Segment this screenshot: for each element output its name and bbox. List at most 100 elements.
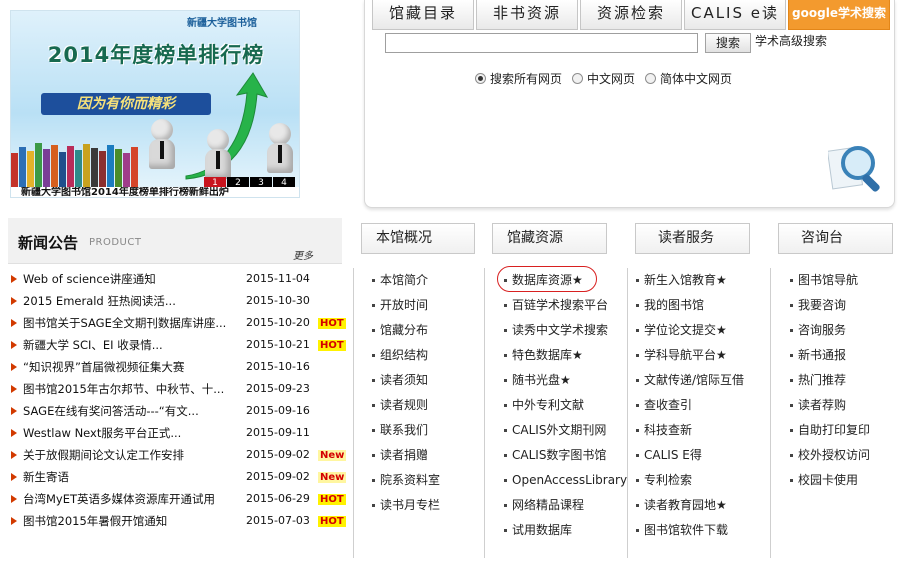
nav-link[interactable]: 我的图书馆: [636, 293, 744, 318]
nav-link[interactable]: 图书馆导航: [790, 268, 870, 293]
nav-link[interactable]: 特色数据库★: [504, 343, 627, 368]
nav-link[interactable]: 读秀中文学术搜索: [504, 318, 627, 343]
bullet-arrow-icon: [11, 275, 17, 283]
nav-link-label: 本馆简介: [380, 273, 429, 287]
nav-link[interactable]: 科技查新: [636, 418, 744, 443]
news-item[interactable]: 关于放假期间论文认定工作安排 2015-09-02 New: [8, 444, 348, 466]
news-badge: New: [318, 450, 347, 461]
nav-link[interactable]: 随书光盘★: [504, 368, 627, 393]
nav-link-label: 随书光盘★: [512, 373, 571, 387]
news-item[interactable]: SAGE在线有奖问答活动---“有文... 2015-09-16: [8, 400, 348, 422]
option-chinese-pages[interactable]: 中文网页: [572, 70, 635, 87]
news-item-title[interactable]: 图书馆关于SAGE全文期刊数据库讲座...: [23, 312, 243, 334]
nav-link[interactable]: 新生入馆教育★: [636, 268, 744, 293]
news-item-title[interactable]: Web of science讲座通知: [23, 268, 243, 290]
news-item-title[interactable]: “知识视界”首届微视频征集大赛: [23, 356, 243, 378]
news-more-link[interactable]: 更多: [293, 247, 313, 262]
nav-link[interactable]: 读者捐赠: [372, 443, 440, 468]
news-item[interactable]: 2015 Emerald 狂热阅读活... 2015-10-30: [8, 290, 348, 312]
category-consult[interactable]: 咨询台: [778, 223, 893, 254]
nav-link[interactable]: 中外专利文献: [504, 393, 627, 418]
category-collections[interactable]: 馆藏资源: [492, 223, 607, 254]
news-item[interactable]: Westlaw Next服务平台正式... 2015-09-11: [8, 422, 348, 444]
bullet-dot-icon: [790, 479, 793, 482]
nav-link-label: 热门推荐: [798, 373, 847, 387]
radio-icon[interactable]: [475, 73, 486, 84]
column-divider: [770, 268, 771, 558]
tab-calis-eread[interactable]: CALIS e读: [684, 0, 786, 30]
banner-caption[interactable]: 新疆大学图书馆2014年度榜单排行榜新鲜出炉: [11, 187, 299, 197]
promo-banner[interactable]: 新疆大学图书馆 2014年度榜单排行榜 因为有你而精彩 1 2 3 4 新疆大学…: [10, 10, 300, 198]
nav-link[interactable]: CALIS E得: [636, 443, 744, 468]
radio-icon[interactable]: [645, 73, 657, 84]
news-item[interactable]: Web of science讲座通知 2015-11-04: [8, 268, 348, 290]
news-item-title[interactable]: 关于放假期间论文认定工作安排: [23, 444, 243, 466]
nav-link[interactable]: 组织结构: [372, 343, 440, 368]
tab-catalog[interactable]: 馆藏目录: [372, 0, 474, 30]
nav-link[interactable]: 读者规则: [372, 393, 440, 418]
news-item-title[interactable]: SAGE在线有奖问答活动---“有文...: [23, 400, 243, 422]
nav-link[interactable]: 联系我们: [372, 418, 440, 443]
news-item-title[interactable]: 2015 Emerald 狂热阅读活...: [23, 290, 243, 312]
advanced-search-link[interactable]: 学术高级搜索: [755, 32, 827, 49]
bullet-dot-icon: [504, 304, 507, 307]
nav-link[interactable]: 读者教育园地★: [636, 493, 744, 518]
news-item[interactable]: 图书馆关于SAGE全文期刊数据库讲座... 2015-10-20 HOT: [8, 312, 348, 334]
nav-link[interactable]: 学科导航平台★: [636, 343, 744, 368]
tab-resource-search[interactable]: 资源检索: [580, 0, 682, 30]
nav-link[interactable]: 校外授权访问: [790, 443, 870, 468]
news-item[interactable]: 台湾MyET英语多媒体资源库开通试用 2015-06-29 HOT: [8, 488, 348, 510]
news-item[interactable]: 新疆大学 SCI、EI 收录情... 2015-10-21 HOT: [8, 334, 348, 356]
nav-link[interactable]: 本馆简介: [372, 268, 440, 293]
nav-link[interactable]: 馆藏分布: [372, 318, 440, 343]
nav-link[interactable]: 文献传递/馆际互借: [636, 368, 744, 393]
bullet-dot-icon: [372, 404, 375, 407]
news-item-title[interactable]: Westlaw Next服务平台正式...: [23, 422, 243, 444]
nav-link[interactable]: 网络精品课程: [504, 493, 627, 518]
news-item[interactable]: 图书馆2015年暑假开馆通知 2015-07-03 HOT: [8, 510, 348, 532]
nav-link[interactable]: 自助打印复印: [790, 418, 870, 443]
news-item-title[interactable]: 新生寄语: [23, 466, 243, 488]
tab-nonbook[interactable]: 非书资源: [476, 0, 578, 30]
nav-link[interactable]: 院系资料室: [372, 468, 440, 493]
news-item-title[interactable]: 图书馆2015年暑假开馆通知: [23, 510, 243, 532]
news-item[interactable]: “知识视界”首届微视频征集大赛 2015-10-16: [8, 356, 348, 378]
nav-link[interactable]: 校园卡使用: [790, 468, 870, 493]
option-all-pages[interactable]: 搜索所有网页: [475, 70, 562, 87]
bullet-dot-icon: [790, 379, 793, 382]
nav-link[interactable]: 开放时间: [372, 293, 440, 318]
nav-link[interactable]: 试用数据库: [504, 518, 627, 543]
bullet-dot-icon: [504, 429, 507, 432]
nav-link-label: 校园卡使用: [798, 473, 859, 487]
category-services[interactable]: 读者服务: [635, 223, 750, 254]
nav-link[interactable]: 新书通报: [790, 343, 870, 368]
nav-link[interactable]: 咨询服务: [790, 318, 870, 343]
nav-link[interactable]: 读者须知: [372, 368, 440, 393]
nav-link[interactable]: 读书月专栏: [372, 493, 440, 518]
nav-link[interactable]: 图书馆软件下载: [636, 518, 744, 543]
bullet-arrow-icon: [11, 495, 17, 503]
search-button[interactable]: 搜索: [705, 33, 751, 53]
news-item-title[interactable]: 台湾MyET英语多媒体资源库开通试用: [23, 488, 243, 510]
nav-link[interactable]: 查收查引: [636, 393, 744, 418]
nav-link[interactable]: 热门推荐: [790, 368, 870, 393]
nav-link[interactable]: 学位论文提交★: [636, 318, 744, 343]
news-item[interactable]: 图书馆2015年古尔邦节、中秋节、十... 2015-09-23: [8, 378, 348, 400]
radio-icon[interactable]: [572, 73, 584, 84]
news-item-title[interactable]: 图书馆2015年古尔邦节、中秋节、十...: [23, 378, 243, 400]
news-item-title[interactable]: 新疆大学 SCI、EI 收录情...: [23, 334, 243, 356]
nav-link[interactable]: 读者荐购: [790, 393, 870, 418]
nav-link[interactable]: 专利检索: [636, 468, 744, 493]
nav-link[interactable]: CALIS数字图书馆: [504, 443, 627, 468]
nav-link[interactable]: CALIS外文期刊网: [504, 418, 627, 443]
category-about[interactable]: 本馆概况: [361, 223, 475, 254]
nav-link[interactable]: OpenAccessLibrary: [504, 468, 627, 493]
nav-link[interactable]: 我要咨询: [790, 293, 870, 318]
option-simplified-pages[interactable]: 简体中文网页: [645, 70, 732, 87]
news-item[interactable]: 新生寄语 2015-09-02 New: [8, 466, 348, 488]
search-input[interactable]: [385, 33, 698, 53]
bullet-arrow-icon: [11, 451, 17, 459]
bullet-arrow-icon: [11, 297, 17, 305]
nav-link[interactable]: 百链学术搜索平台: [504, 293, 627, 318]
tab-google-scholar[interactable]: google学术搜索: [788, 0, 890, 30]
